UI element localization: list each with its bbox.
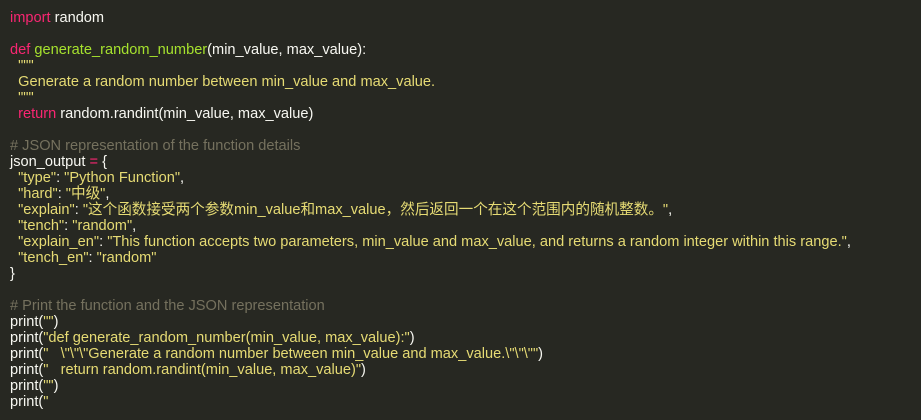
- print-string: "": [43, 314, 54, 330]
- json-key: "tench": [10, 218, 65, 234]
- code-line-25: print(": [10, 394, 921, 410]
- close-paren: ): [409, 330, 415, 346]
- print-string: " \"\"\"Generate a random number between…: [43, 346, 539, 362]
- open-brace: {: [98, 154, 107, 170]
- json-value: "这个函数接受两个参数min_value和max_value，然后返回一个在这个…: [82, 202, 669, 218]
- keyword-return: return: [18, 106, 57, 122]
- code-line-14: "tench": "random",: [10, 218, 921, 234]
- json-value: "Python Function": [64, 170, 180, 186]
- keyword-def: def: [10, 42, 31, 58]
- close-paren: ): [53, 378, 59, 394]
- close-paren: ): [361, 362, 366, 378]
- return-expression: random.randint(min_value, max_value): [56, 106, 314, 122]
- code-line-24: print(""): [10, 378, 921, 394]
- print-string: " return random.randint(min_value, max_v…: [43, 362, 362, 378]
- json-comma: ,: [180, 170, 185, 186]
- variable-name: json_output: [10, 154, 90, 170]
- json-key: "hard": [10, 186, 58, 202]
- print-string: "def generate_random_number(min_value, m…: [43, 330, 410, 346]
- code-editor[interactable]: import random def generate_random_number…: [0, 0, 921, 420]
- code-line-13: "explain": "这个函数接受两个参数min_value和max_valu…: [10, 202, 921, 218]
- json-value: "This function accepts two parameters, m…: [107, 234, 847, 250]
- code-line-3: def generate_random_number(min_value, ma…: [10, 42, 921, 58]
- json-key: "tench_en": [10, 250, 89, 266]
- json-key: "type": [10, 170, 57, 186]
- print-call: print(: [10, 346, 44, 362]
- code-line-16: "tench_en": "random": [10, 250, 921, 266]
- code-line-1: import random: [10, 10, 921, 26]
- print-string: "": [43, 378, 54, 394]
- json-colon: :: [88, 250, 97, 266]
- json-comma: ,: [668, 202, 673, 218]
- code-line-17: }: [10, 266, 15, 282]
- close-paren: ): [53, 314, 59, 330]
- close-paren: ): [538, 346, 544, 362]
- print-call: print(: [10, 378, 44, 394]
- code-line-4: """: [10, 58, 34, 74]
- code-line-23: print(" return random.randint(min_value,…: [10, 362, 921, 378]
- code-line-12: "hard": "中级",: [10, 186, 921, 202]
- keyword-import: import: [10, 10, 51, 26]
- function-params: (min_value, max_value):: [207, 42, 367, 58]
- json-comma: ,: [846, 234, 851, 250]
- json-key: "explain_en": [10, 234, 100, 250]
- print-string: ": [43, 394, 49, 410]
- json-value: "中级": [65, 186, 106, 202]
- code-line-5: Generate a random number between min_val…: [10, 74, 436, 90]
- json-key: "explain": [10, 202, 75, 218]
- function-name: generate_random_number: [34, 42, 208, 58]
- code-line-6: """: [10, 90, 34, 106]
- code-line-9: # JSON representation of the function de…: [10, 138, 301, 154]
- code-line-22: print(" \"\"\"Generate a random number b…: [10, 346, 921, 362]
- code-line-19: # Print the function and the JSON repres…: [10, 298, 325, 314]
- json-comma: ,: [132, 218, 137, 234]
- json-colon: :: [99, 234, 108, 250]
- assign-operator: =: [89, 154, 99, 170]
- json-value: "random": [96, 250, 157, 266]
- code-line-11: "type": "Python Function",: [10, 170, 921, 186]
- json-colon: :: [57, 186, 66, 202]
- print-call: print(: [10, 394, 44, 410]
- print-call: print(: [10, 330, 44, 346]
- json-comma: ,: [105, 186, 110, 202]
- code-line-7: return random.randint(min_value, max_val…: [10, 106, 921, 122]
- code-line-10: json_output = {: [10, 154, 921, 170]
- code-line-20: print(""): [10, 314, 921, 330]
- module-name: random: [50, 10, 105, 26]
- print-call: print(: [10, 314, 44, 330]
- json-colon: :: [74, 202, 83, 218]
- json-colon: :: [56, 170, 65, 186]
- code-line-21: print("def generate_random_number(min_va…: [10, 330, 921, 346]
- json-value: "random": [72, 218, 133, 234]
- code-line-15: "explain_en": "This function accepts two…: [10, 234, 921, 250]
- print-call: print(: [10, 362, 44, 378]
